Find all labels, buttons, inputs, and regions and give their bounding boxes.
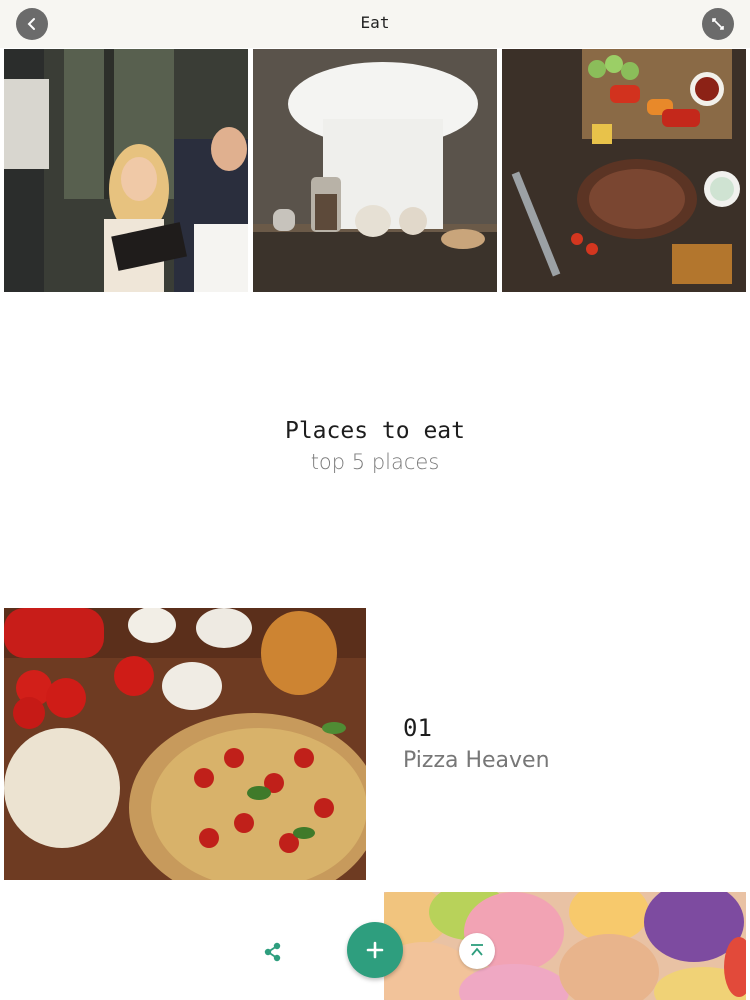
restaurant-couple-photo[interactable] xyxy=(4,49,248,292)
grilled-steak-vegetables-photo[interactable] xyxy=(502,49,746,292)
page-title: Eat xyxy=(360,13,390,32)
header-gallery xyxy=(4,49,746,292)
expand-icon xyxy=(712,18,724,30)
pizza-photo[interactable] xyxy=(4,608,366,880)
scroll-to-top-button[interactable] xyxy=(459,933,495,969)
plus-icon xyxy=(366,941,384,959)
item-number: 01 xyxy=(403,714,432,742)
share-icon xyxy=(264,942,281,962)
section-subtitle: top 5 places xyxy=(310,450,440,474)
expand-button[interactable] xyxy=(702,8,734,40)
scroll-to-top-icon xyxy=(471,944,483,956)
macarons-photo[interactable] xyxy=(384,892,746,1000)
chef-hat-photo[interactable] xyxy=(253,49,497,292)
item-title[interactable]: Pizza Heaven xyxy=(403,748,550,773)
section-title: Places to eat xyxy=(284,418,465,444)
share-button[interactable] xyxy=(262,941,284,963)
section-header: Places to eat top 5 places xyxy=(0,418,750,474)
add-button[interactable] xyxy=(347,922,403,978)
top-bar: Eat xyxy=(0,0,750,48)
